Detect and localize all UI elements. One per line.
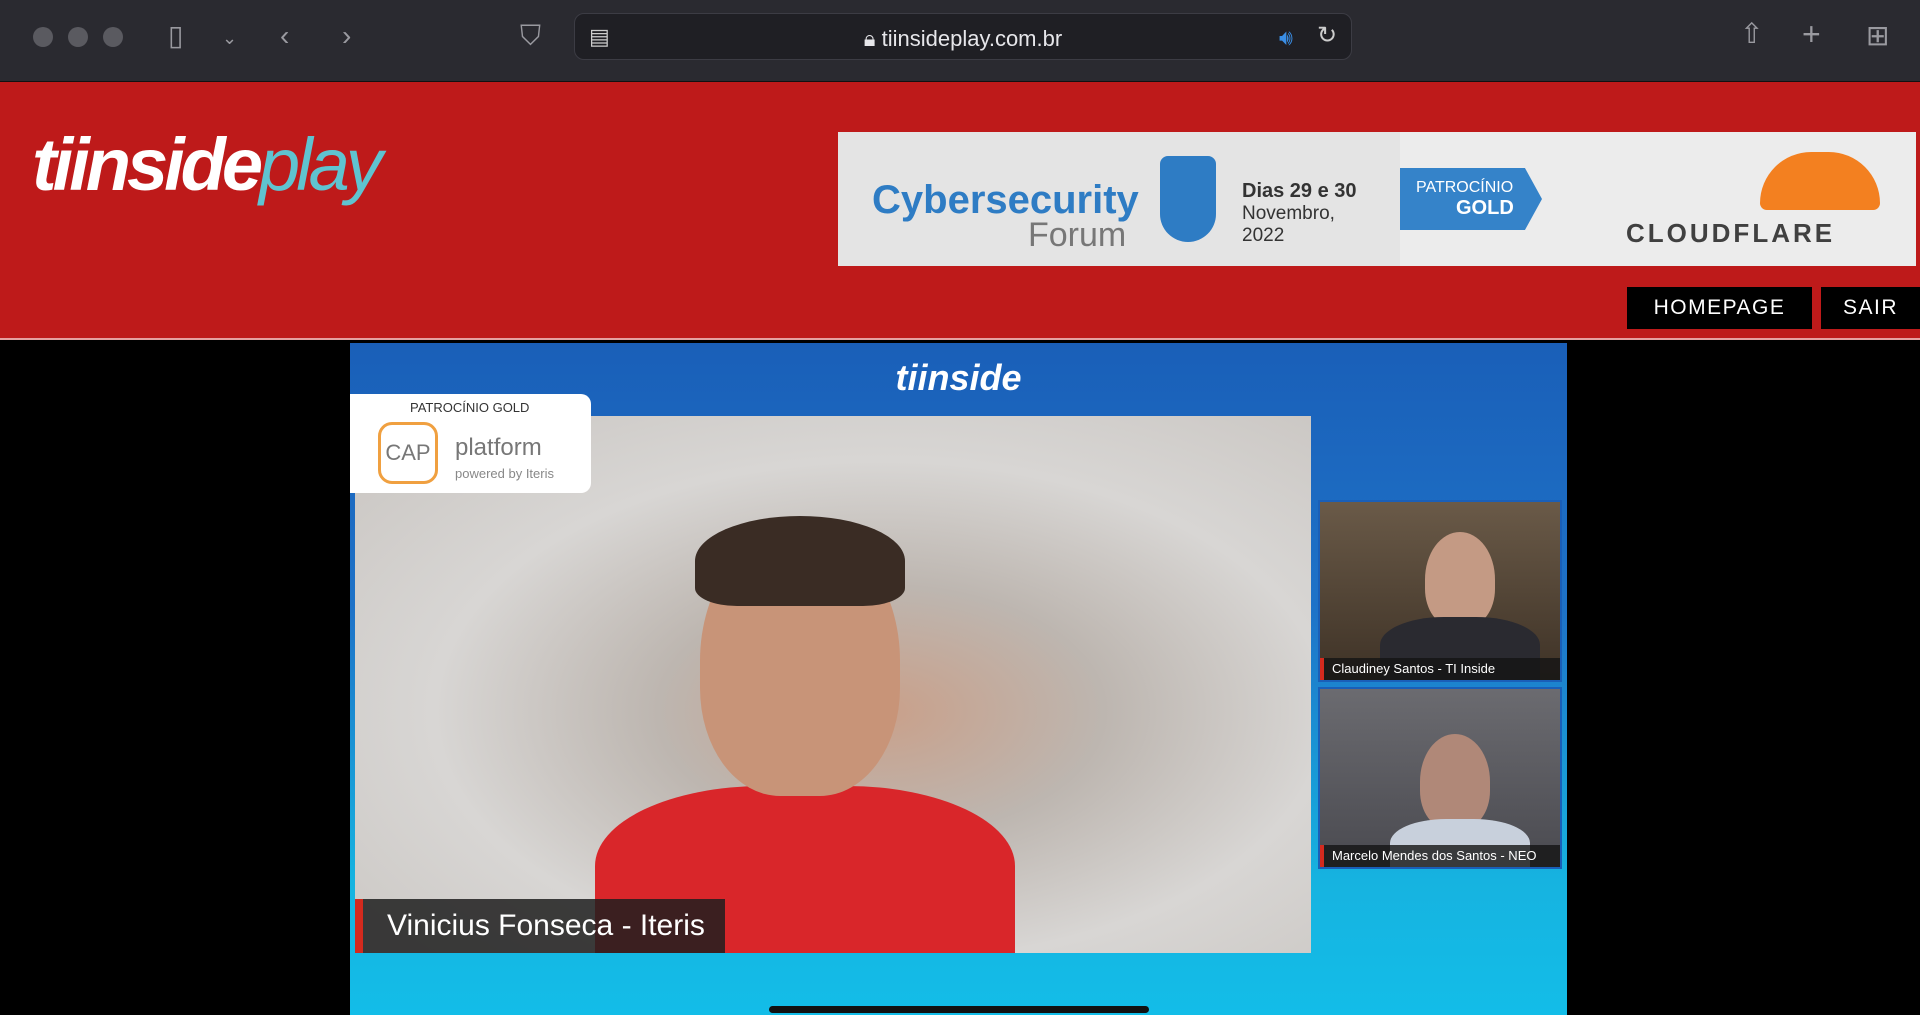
share-icon[interactable]: ⇧ bbox=[1740, 20, 1763, 48]
logo-play: play bbox=[259, 123, 383, 206]
padlock-shield-icon bbox=[1160, 156, 1216, 242]
close-window-button[interactable] bbox=[33, 27, 53, 47]
cloudflare-cloud-icon bbox=[1760, 152, 1880, 210]
maximize-window-button[interactable] bbox=[103, 27, 123, 47]
sair-button[interactable]: SAIR bbox=[1821, 287, 1920, 329]
dates-line-1: Dias 29 e 30 bbox=[1242, 180, 1357, 202]
speaker-icon[interactable]: 🔊︎ bbox=[1279, 24, 1293, 52]
browser-toolbar: ▯ ⌄ ‹ › ⛉ ▤ 🔒︎ tiinsideplay.com.br 🔊︎ ↻ … bbox=[0, 0, 1920, 82]
chevron-down-icon[interactable]: ⌄ bbox=[222, 24, 237, 52]
cybersecurity-forum-banner[interactable]: Cybersecurity Forum Dias 29 e 30 Novembr… bbox=[838, 132, 1916, 266]
forward-icon[interactable]: › bbox=[342, 22, 351, 50]
platform-text: platform bbox=[455, 434, 542, 461]
lock-icon: 🔒︎ bbox=[863, 26, 882, 51]
dates-line-2: Novembro, bbox=[1242, 203, 1335, 224]
participant-video: Marcelo Mendes dos Santos - NEO bbox=[1318, 687, 1562, 869]
main-speaker-video: Vinicius Fonseca - Iteris bbox=[355, 416, 1311, 953]
home-indicator bbox=[769, 1006, 1149, 1013]
tab-overview-icon[interactable]: ⊞ bbox=[1866, 22, 1889, 50]
sponsor-tier: GOLD bbox=[1456, 197, 1514, 219]
sponsor-card: PATROCÍNIO GOLD CAP platform powered by … bbox=[350, 394, 591, 493]
sponsor-badge: PATROCÍNIO GOLD bbox=[1400, 168, 1542, 230]
tiinside-watermark: tiinside bbox=[895, 357, 1022, 398]
site-header: tiinsideplay Cybersecurity Forum Dias 29… bbox=[0, 82, 1920, 340]
shield-icon[interactable]: ⛉ bbox=[520, 22, 541, 50]
banner-subtitle: Forum bbox=[1028, 216, 1127, 254]
main-speaker-name: Vinicius Fonseca - Iteris bbox=[355, 899, 725, 953]
homepage-button[interactable]: HOMEPAGE bbox=[1627, 287, 1812, 329]
new-tab-icon[interactable]: + bbox=[1802, 18, 1821, 50]
minimize-window-button[interactable] bbox=[68, 27, 88, 47]
url-text: tiinsideplay.com.br bbox=[881, 26, 1063, 51]
participant-name: Marcelo Mendes dos Santos - NEO bbox=[1320, 845, 1560, 867]
sponsor-heading: PATROCÍNIO GOLD bbox=[410, 400, 530, 415]
video-player[interactable]: tiinside Vinicius Fonseca - Iteris PATRO… bbox=[350, 343, 1567, 1015]
tiinsideplay-logo[interactable]: tiinsideplay bbox=[32, 122, 383, 207]
sponsor-label: PATROCÍNIO bbox=[1416, 179, 1514, 196]
cap-logo: CAP bbox=[378, 422, 438, 484]
event-dates: Dias 29 e 30 Novembro, 2022 bbox=[1242, 180, 1357, 247]
participant-name: Claudiney Santos - TI Inside bbox=[1320, 658, 1560, 680]
dates-line-3: 2022 bbox=[1242, 225, 1285, 246]
back-icon[interactable]: ‹ bbox=[280, 22, 289, 50]
logo-ti: tiinside bbox=[32, 123, 263, 206]
participant-video: Claudiney Santos - TI Inside bbox=[1318, 500, 1562, 682]
sidebar-icon[interactable]: ▯ bbox=[168, 22, 183, 50]
powered-by-text: powered by Iteris bbox=[455, 466, 554, 481]
cloudflare-logo-text: CLOUDFLARE bbox=[1626, 218, 1836, 248]
address-bar[interactable]: ▤ 🔒︎ tiinsideplay.com.br 🔊︎ ↻ bbox=[574, 13, 1352, 60]
reload-icon[interactable]: ↻ bbox=[1317, 22, 1337, 50]
